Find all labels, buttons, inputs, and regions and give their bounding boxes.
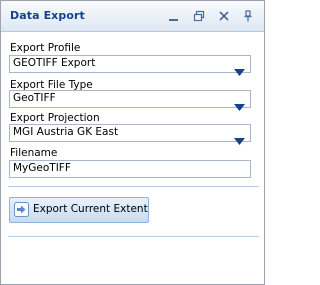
export-profile-select[interactable]: GEOTIFF Export bbox=[9, 55, 251, 76]
export-projection-select[interactable]: MGI Austria GK East bbox=[9, 124, 251, 145]
export-profile-label: Export Profile bbox=[10, 42, 81, 54]
filename-input[interactable]: MyGeoTIFF bbox=[9, 160, 251, 178]
export-arrow-icon bbox=[14, 202, 29, 221]
export-current-extent-button[interactable]: Export Current Extent bbox=[9, 197, 149, 223]
export-file-type-select[interactable]: GeoTIFF bbox=[9, 90, 251, 111]
export-projection-value: MGI Austria GK East bbox=[13, 126, 119, 138]
export-projection-label: Export Projection bbox=[10, 112, 100, 124]
minimize-icon[interactable] bbox=[167, 8, 181, 22]
data-export-panel: Data Export Export Profile GEOTIFF Expor… bbox=[0, 0, 265, 285]
chevron-down-icon[interactable] bbox=[234, 130, 245, 149]
close-icon[interactable] bbox=[217, 8, 231, 22]
chevron-down-icon[interactable] bbox=[234, 61, 245, 80]
chevron-down-icon[interactable] bbox=[234, 96, 245, 115]
panel-title: Data Export bbox=[10, 9, 85, 22]
restore-icon[interactable] bbox=[192, 8, 206, 22]
export-file-type-value: GeoTIFF bbox=[13, 92, 56, 104]
divider bbox=[8, 186, 259, 187]
export-profile-value: GEOTIFF Export bbox=[13, 57, 96, 69]
export-button-label: Export Current Extent bbox=[33, 203, 148, 215]
filename-value: MyGeoTIFF bbox=[13, 162, 71, 174]
pin-icon[interactable] bbox=[241, 8, 255, 22]
divider bbox=[8, 236, 259, 237]
panel-titlebar[interactable]: Data Export bbox=[1, 1, 264, 32]
filename-label: Filename bbox=[10, 147, 58, 159]
